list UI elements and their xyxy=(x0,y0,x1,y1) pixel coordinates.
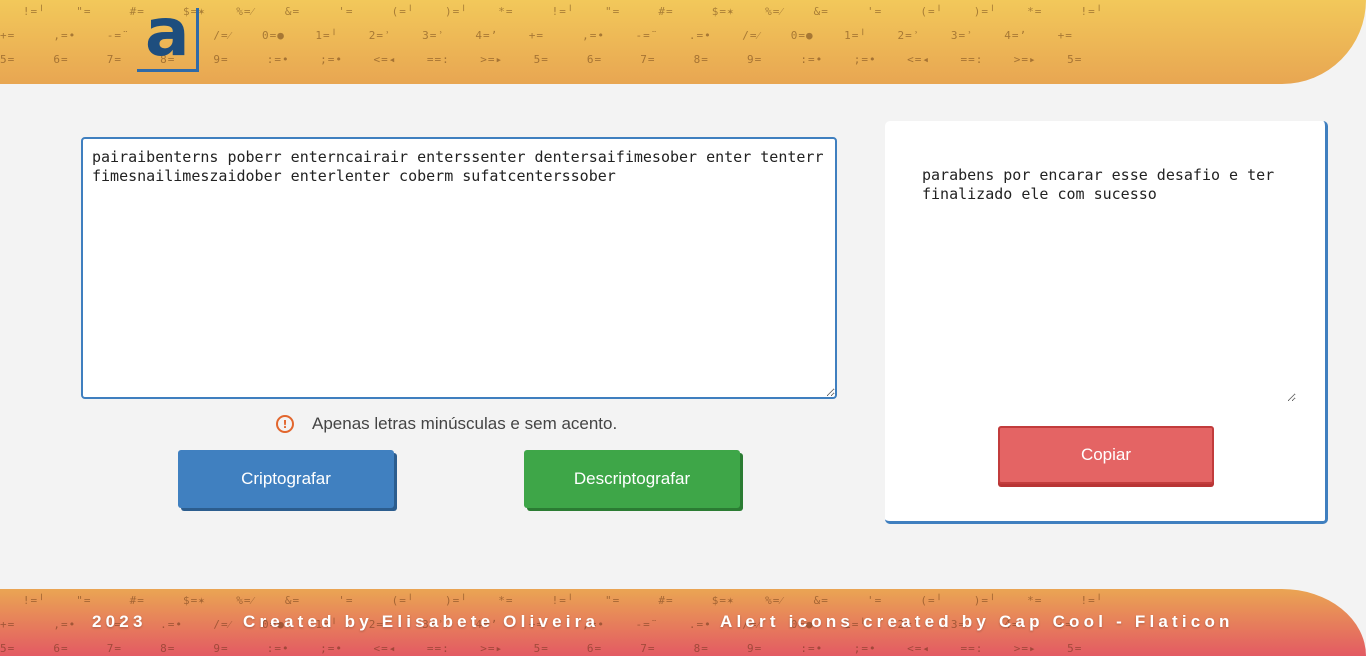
header-pattern: !=╵ "= #= $=✶ %=⁄ &= '= (=╵ )=╵ *= !=╵ "… xyxy=(0,5,1104,66)
alert-icon: ! xyxy=(276,415,294,433)
footer-credit: Created by Elisabete Oliveira xyxy=(243,612,600,631)
footer-year: 2023 xyxy=(92,612,147,631)
input-hint: ! Apenas letras minúsculas e sem acento. xyxy=(276,412,617,436)
encrypt-button[interactable]: Criptografar xyxy=(178,450,394,508)
decrypt-button[interactable]: Descriptografar xyxy=(524,450,740,508)
logo-bar-bottom xyxy=(137,69,199,72)
page-header: !=╵ "= #= $=✶ %=⁄ &= '= (=╵ )=╵ *= !=╵ "… xyxy=(0,0,1366,84)
message-input[interactable]: pairaibenterns poberr enterncairair ente… xyxy=(81,137,837,399)
output-text[interactable]: parabens por encarar esse desafio e ter … xyxy=(922,166,1296,402)
footer-icons-credit[interactable]: Alert icons created by Cap Cool - Flatic… xyxy=(720,612,1234,632)
copy-button[interactable]: Copiar xyxy=(998,426,1214,484)
logo-letter: a xyxy=(145,0,190,71)
hint-text: Apenas letras minúsculas e sem acento. xyxy=(312,414,618,433)
brand-logo: a xyxy=(137,0,199,72)
logo-bar-right xyxy=(196,8,199,72)
